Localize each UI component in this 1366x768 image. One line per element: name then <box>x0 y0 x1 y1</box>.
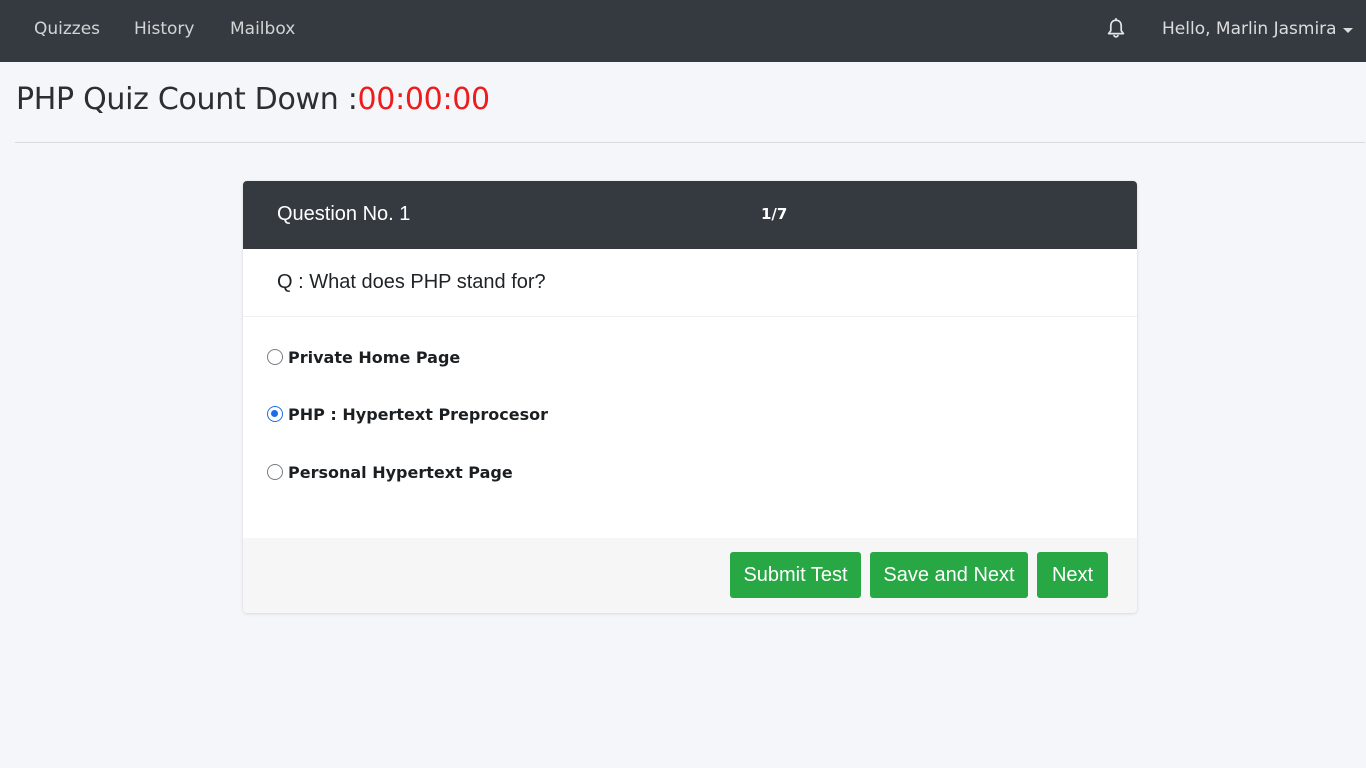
answer-label-1: Private Home Page <box>288 347 461 367</box>
top-navbar: Quizzes History Mailbox Hello, Marlin Ja… <box>0 0 1366 62</box>
question-row: Q : What does PHP stand for? <box>243 249 1137 317</box>
question-card-header: Question No. 1 1/7 <box>243 181 1137 249</box>
page-title-text: PHP Quiz Count Down : <box>16 82 358 117</box>
answer-radio-2[interactable] <box>267 406 283 422</box>
answer-option-1[interactable]: Private Home Page <box>267 346 460 368</box>
answer-radio-1[interactable] <box>267 349 283 365</box>
caret-down-icon <box>1342 27 1353 33</box>
answer-label-3: Personal Hypertext Page <box>288 462 513 482</box>
user-greeting: Hello, Marlin Jasmira <box>1162 19 1337 39</box>
question-progress: 1/7 <box>761 205 788 223</box>
answer-option-2[interactable]: PHP : Hypertext Preprocesor <box>267 403 548 425</box>
question-number: Question No. 1 <box>277 203 411 225</box>
heading-divider <box>15 142 1365 143</box>
nav-history[interactable]: History <box>134 0 194 58</box>
question-text: Q : What does PHP stand for? <box>277 271 546 293</box>
user-menu-dropdown[interactable]: Hello, Marlin Jasmira <box>1162 0 1353 58</box>
answer-label-2: PHP : Hypertext Preprocesor <box>288 404 548 424</box>
answer-radio-3[interactable] <box>267 464 283 480</box>
save-and-next-button[interactable]: Save and Next <box>870 552 1028 598</box>
answer-option-3[interactable]: Personal Hypertext Page <box>267 461 513 483</box>
countdown-timer: 00:00:00 <box>357 82 491 117</box>
bell-icon[interactable] <box>1106 17 1126 40</box>
question-card-footer: Submit Test Save and Next Next <box>243 538 1137 613</box>
submit-test-button[interactable]: Submit Test <box>730 552 861 598</box>
question-card: Question No. 1 1/7 Q : What does PHP sta… <box>243 181 1137 613</box>
page-title: PHP Quiz Count Down :00:00:00 <box>16 82 490 117</box>
nav-mailbox[interactable]: Mailbox <box>230 0 295 58</box>
nav-quizzes[interactable]: Quizzes <box>34 0 100 58</box>
next-button[interactable]: Next <box>1037 552 1108 598</box>
